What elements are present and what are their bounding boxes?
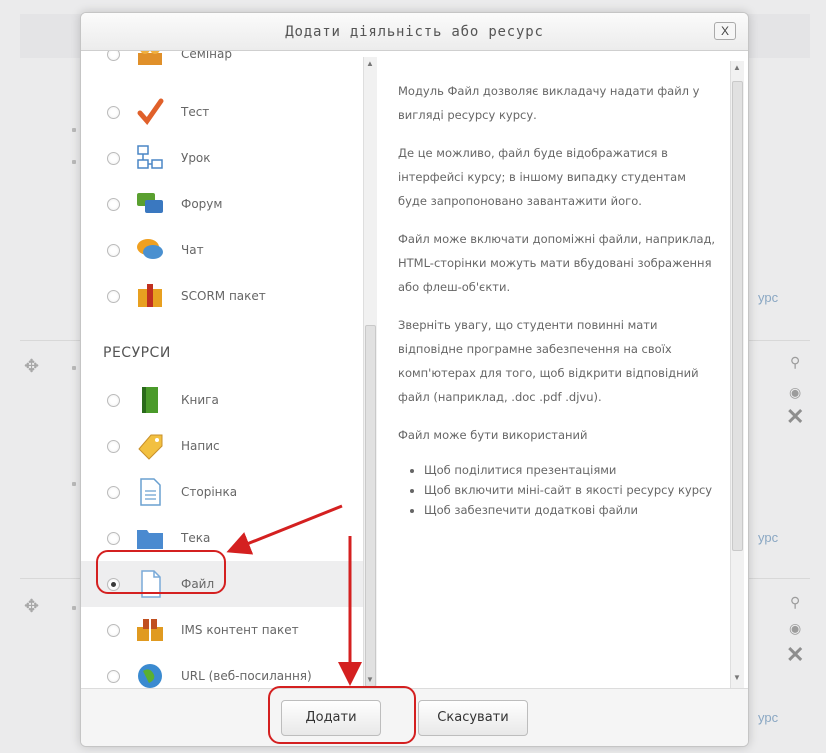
annotation-arrows bbox=[226, 504, 362, 686]
arrow-to-file-option bbox=[226, 504, 343, 555]
